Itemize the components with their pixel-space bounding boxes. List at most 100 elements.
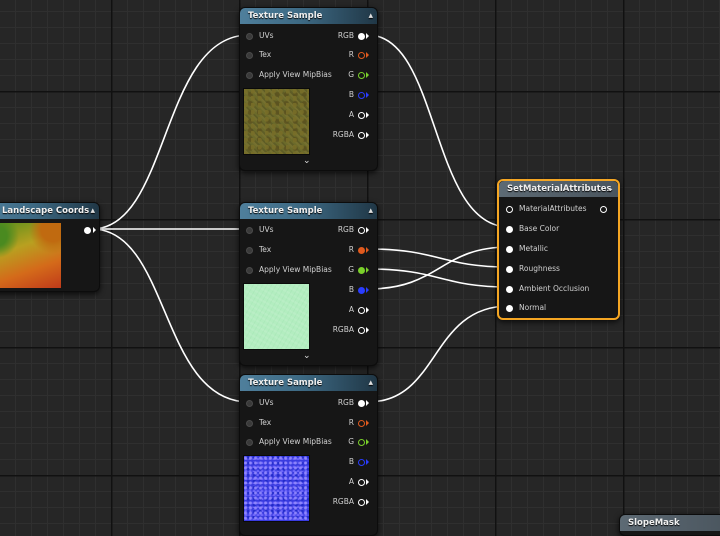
input-uvs-row[interactable]: UVs (246, 396, 274, 410)
output-pin[interactable] (358, 498, 365, 506)
chevron-down-icon[interactable]: ⌄ (606, 181, 614, 197)
output-pin[interactable] (358, 478, 365, 486)
input-pin[interactable] (506, 285, 513, 293)
texture-sample-header[interactable]: Texture Sample ▴ (240, 203, 377, 219)
chevron-down-icon[interactable]: ⌄ (303, 351, 311, 361)
output-pin[interactable] (358, 91, 365, 99)
output-rgb-row[interactable]: RGB (338, 29, 369, 43)
input-tex-row[interactable]: Tex (246, 243, 271, 257)
output-pin[interactable] (358, 458, 365, 466)
arrow-icon (366, 287, 369, 293)
output-pin[interactable] (358, 246, 365, 254)
texture-sample-node[interactable]: Texture Sample ▴ UVs Tex Apply View MipB… (239, 202, 378, 366)
pin-label: MaterialAttributes (519, 204, 587, 213)
input-pin[interactable] (246, 266, 253, 274)
chevron-up-icon[interactable]: ▴ (90, 203, 95, 219)
input-mipbias-row[interactable]: Apply View MipBias (246, 435, 332, 449)
pin-label: RGB (337, 31, 354, 40)
set-material-attributes-node[interactable]: SetMaterialAttributes ⌄ MaterialAttribut… (497, 179, 620, 320)
pin-base-color-row[interactable]: Base Color (506, 222, 559, 236)
pin-label: UVs (259, 31, 274, 40)
pin-material-attributes-row[interactable]: MaterialAttributes (506, 202, 587, 216)
output-b-row[interactable]: B (349, 455, 369, 469)
output-b-row[interactable]: B (349, 88, 369, 102)
landscape-coords-output-pin[interactable] (84, 227, 91, 234)
pin-normal-row[interactable]: Normal (506, 301, 546, 315)
output-pin[interactable] (358, 32, 365, 40)
output-g-row[interactable]: G (348, 263, 369, 277)
input-uvs-row[interactable]: UVs (246, 29, 274, 43)
input-pin[interactable] (246, 438, 253, 446)
output-rgba-row[interactable]: RGBA (333, 323, 369, 337)
output-pin[interactable] (358, 111, 365, 119)
output-b-row[interactable]: B (349, 283, 369, 297)
chevron-up-icon[interactable]: ▴ (368, 375, 373, 391)
output-pin[interactable] (358, 71, 365, 79)
output-r-row[interactable]: R (349, 416, 369, 430)
arrow-icon (366, 132, 369, 138)
texture-sample-node[interactable]: Texture Sample ▴ UVs Tex Apply View MipB… (239, 7, 378, 171)
input-pin[interactable] (246, 71, 253, 79)
landscape-coords-header[interactable]: Landscape Coords ▴ (0, 203, 99, 219)
landscape-coords-node[interactable]: Landscape Coords ▴ (0, 202, 100, 292)
output-pin[interactable] (358, 326, 365, 334)
chevron-up-icon[interactable]: ▴ (368, 203, 373, 219)
output-a-row[interactable]: A (349, 108, 369, 122)
output-pin[interactable] (358, 131, 365, 139)
output-r-row[interactable]: R (349, 48, 369, 62)
slope-mask-node[interactable]: SlopeMask (619, 514, 720, 536)
output-pin[interactable] (358, 399, 365, 407)
output-pin[interactable] (358, 419, 365, 427)
pin-label: G (348, 265, 354, 274)
node-title: SetMaterialAttributes (507, 184, 612, 194)
output-pin[interactable] (358, 306, 365, 314)
output-g-row[interactable]: G (348, 435, 369, 449)
pin-roughness-row[interactable]: Roughness (506, 262, 560, 276)
output-pin[interactable] (358, 438, 365, 446)
output-a-row[interactable]: A (349, 303, 369, 317)
input-pin[interactable] (246, 399, 253, 407)
arrow-icon (366, 52, 369, 58)
pin-label: G (348, 437, 354, 446)
texture-sample-node[interactable]: Texture Sample ▴ UVs Tex Apply View MipB… (239, 374, 378, 536)
input-uvs-row[interactable]: UVs (246, 223, 274, 237)
input-pin[interactable] (506, 225, 513, 233)
slope-mask-header[interactable]: SlopeMask (620, 515, 720, 531)
input-pin[interactable] (506, 265, 513, 273)
pin-ambient-occlusion-row[interactable]: Ambient Occlusion (506, 282, 589, 296)
input-mipbias-row[interactable]: Apply View MipBias (246, 68, 332, 82)
output-rgba-row[interactable]: RGBA (333, 128, 369, 142)
output-pin[interactable] (358, 51, 365, 59)
input-tex-row[interactable]: Tex (246, 48, 271, 62)
input-tex-row[interactable]: Tex (246, 416, 271, 430)
output-rgb-row[interactable]: RGB (338, 223, 369, 237)
arrow-icon (366, 400, 369, 406)
output-pin[interactable] (358, 286, 365, 294)
output-pin[interactable] (358, 226, 365, 234)
input-pin[interactable] (506, 205, 513, 213)
chevron-down-icon[interactable]: ⌄ (303, 156, 311, 166)
output-r-row[interactable]: R (349, 243, 369, 257)
texture-preview (243, 88, 310, 155)
input-pin[interactable] (246, 246, 253, 254)
input-pin[interactable] (246, 419, 253, 427)
texture-sample-header[interactable]: Texture Sample ▴ (240, 375, 377, 391)
output-rgba-row[interactable]: RGBA (333, 495, 369, 509)
pin-metallic-row[interactable]: Metallic (506, 242, 548, 256)
output-rgb-row[interactable]: RGB (338, 396, 369, 410)
output-pin[interactable] (600, 206, 607, 213)
output-a-row[interactable]: A (349, 475, 369, 489)
input-pin[interactable] (246, 226, 253, 234)
output-g-row[interactable]: G (348, 68, 369, 82)
set-material-attributes-header[interactable]: SetMaterialAttributes ⌄ (499, 181, 618, 197)
input-pin[interactable] (506, 304, 513, 312)
pin-label: A (348, 305, 354, 314)
input-pin[interactable] (506, 245, 513, 253)
input-mipbias-row[interactable]: Apply View MipBias (246, 263, 332, 277)
input-pin[interactable] (246, 32, 253, 40)
input-pin[interactable] (246, 51, 253, 59)
arrow-icon (366, 479, 369, 485)
chevron-up-icon[interactable]: ▴ (368, 8, 373, 24)
output-pin[interactable] (358, 266, 365, 274)
texture-sample-header[interactable]: Texture Sample ▴ (240, 8, 377, 24)
